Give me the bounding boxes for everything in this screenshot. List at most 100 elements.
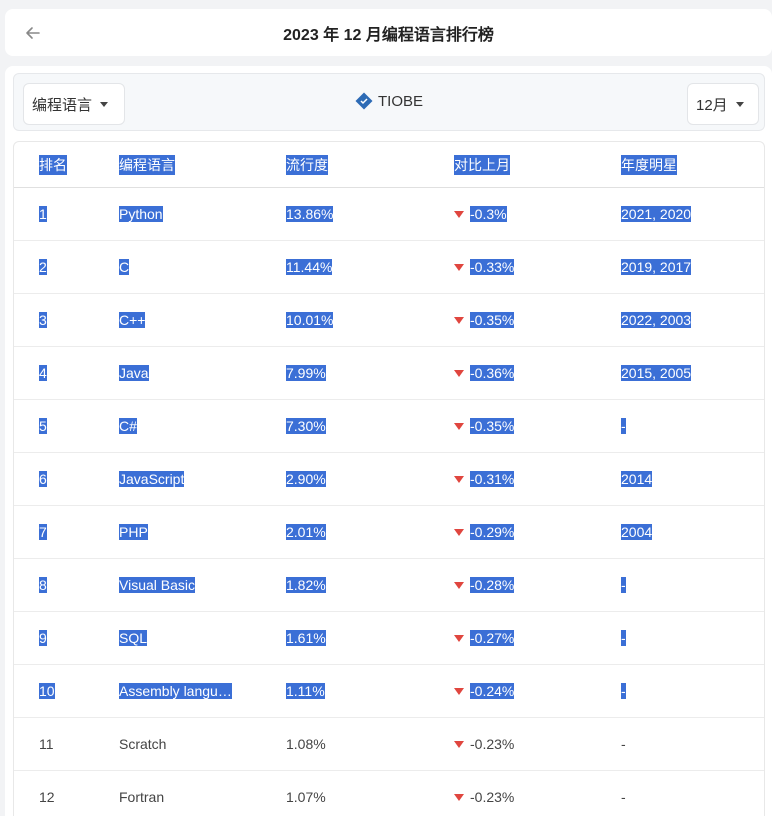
table-header: 排名 编程语言 流行度 对比上月 年度明星 (14, 142, 764, 188)
cell-star: - (621, 630, 626, 646)
table-row[interactable]: 10 Assembly langu… 1.11% -0.24% - (14, 665, 764, 718)
cell-star: 2019, 2017 (621, 259, 692, 275)
table-row[interactable]: 11 Scratch 1.08% -0.23% - (14, 718, 764, 771)
cell-change-value: -0.31% (470, 471, 515, 487)
cell-change-value: -0.36% (470, 365, 515, 381)
brand: TIOBE (14, 92, 764, 110)
month-select-label: 12月 (696, 96, 728, 114)
table-row[interactable]: 1 Python 13.86% -0.3% 2021, 2020 (14, 188, 764, 241)
cell-star: 2015, 2005 (621, 365, 692, 381)
triangle-down-icon (454, 528, 464, 536)
triangle-down-icon (454, 687, 464, 695)
table-row[interactable]: 5 C# 7.30% -0.35% - (14, 400, 764, 453)
cell-change: -0.31% (454, 471, 515, 487)
triangle-down-icon (454, 634, 464, 642)
cell-star: 2004 (621, 524, 653, 540)
cell-rank: 12 (39, 789, 55, 805)
cell-popularity: 1.61% (286, 630, 326, 646)
cell-change: -0.29% (454, 524, 515, 540)
cell-language: PHP (119, 524, 148, 540)
table-row[interactable]: 7 PHP 2.01% -0.29% 2004 (14, 506, 764, 559)
column-header-popularity[interactable]: 流行度 (286, 154, 328, 175)
table-row[interactable]: 3 C++ 10.01% -0.35% 2022, 2003 (14, 294, 764, 347)
cell-popularity: 2.90% (286, 471, 326, 487)
cell-rank: 10 (39, 683, 55, 699)
cell-popularity: 1.08% (286, 736, 326, 752)
cell-language: Scratch (119, 736, 167, 752)
cell-change: -0.3% (454, 206, 507, 222)
month-select[interactable]: 12月 (687, 83, 759, 125)
cell-change: -0.28% (454, 577, 515, 593)
page-header: 2023 年 12 月编程语言排行榜 (5, 9, 772, 56)
cell-language: Java (119, 365, 149, 381)
cell-popularity: 1.07% (286, 789, 326, 805)
table-row[interactable]: 2 C 11.44% -0.33% 2019, 2017 (14, 241, 764, 294)
triangle-down-icon (454, 475, 464, 483)
cell-language: C++ (119, 312, 146, 328)
cell-language: Visual Basic (119, 577, 196, 593)
cell-star: - (621, 683, 626, 699)
triangle-down-icon (454, 740, 464, 748)
cell-change-value: -0.35% (470, 418, 515, 434)
ranking-table: 排名 编程语言 流行度 对比上月 年度明星 1 Python 13.86% -0.3%… (13, 141, 765, 816)
cell-change-value: -0.3% (470, 206, 507, 222)
column-header-change[interactable]: 对比上月 (454, 154, 510, 175)
triangle-down-icon (454, 316, 464, 324)
cell-popularity: 7.99% (286, 365, 326, 381)
page-title: 2023 年 12 月编程语言排行榜 (283, 26, 494, 44)
cell-star: - (621, 418, 626, 434)
table-row[interactable]: 12 Fortran 1.07% -0.23% - (14, 771, 764, 816)
cell-star: 2014 (621, 471, 653, 487)
table-row[interactable]: 6 JavaScript 2.90% -0.31% 2014 (14, 453, 764, 506)
table-row[interactable]: 8 Visual Basic 1.82% -0.28% - (14, 559, 764, 612)
triangle-down-icon (454, 422, 464, 430)
cell-rank: 7 (39, 524, 47, 540)
filter-toolbar: 编程语言 TIOBE 12月 (13, 73, 765, 131)
cell-rank: 4 (39, 365, 47, 381)
cell-star: 2021, 2020 (621, 206, 692, 222)
table-body: 1 Python 13.86% -0.3% 2021, 2020 2 C 11.44% -0.3… (14, 188, 764, 816)
cell-rank: 9 (39, 630, 47, 646)
cell-change-value: -0.23% (470, 789, 515, 805)
table-row[interactable]: 4 Java 7.99% -0.36% 2015, 2005 (14, 347, 764, 400)
cell-rank: 5 (39, 418, 47, 434)
tiobe-logo-icon (355, 92, 373, 110)
cell-change: -0.23% (454, 736, 514, 752)
triangle-down-icon (454, 263, 464, 271)
cell-language: Assembly langu… (119, 683, 232, 699)
cell-change: -0.24% (454, 683, 515, 699)
triangle-down-icon (454, 793, 464, 801)
cell-language: Fortran (119, 789, 165, 805)
back-button[interactable] (21, 21, 45, 45)
cell-rank: 1 (39, 206, 47, 222)
cell-change-value: -0.24% (470, 683, 515, 699)
cell-popularity: 10.01% (286, 312, 334, 328)
cell-change: -0.23% (454, 789, 514, 805)
cell-star: - (621, 577, 626, 593)
cell-change: -0.36% (454, 365, 515, 381)
arrow-left-icon (26, 27, 40, 39)
caret-down-icon (735, 101, 744, 107)
cell-popularity: 7.30% (286, 418, 326, 434)
cell-star: - (621, 736, 626, 752)
column-header-rank[interactable]: 排名 (39, 154, 67, 175)
cell-change-value: -0.29% (470, 524, 515, 540)
triangle-down-icon (454, 581, 464, 589)
cell-popularity: 2.01% (286, 524, 326, 540)
cell-language: C# (119, 418, 137, 434)
cell-change: -0.33% (454, 259, 515, 275)
column-header-star[interactable]: 年度明星 (621, 154, 677, 175)
cell-change: -0.35% (454, 312, 515, 328)
cell-popularity: 1.11% (286, 683, 325, 699)
cell-language: JavaScript (119, 471, 185, 487)
cell-rank: 11 (39, 736, 54, 752)
cell-change-value: -0.33% (470, 259, 515, 275)
cell-star: - (621, 789, 626, 805)
column-header-language[interactable]: 编程语言 (119, 154, 175, 175)
brand-label: TIOBE (377, 92, 423, 110)
cell-language: C (119, 259, 130, 275)
cell-rank: 3 (39, 312, 47, 328)
cell-change: -0.35% (454, 418, 515, 434)
table-row[interactable]: 9 SQL 1.61% -0.27% - (14, 612, 764, 665)
cell-change-value: -0.35% (470, 312, 515, 328)
